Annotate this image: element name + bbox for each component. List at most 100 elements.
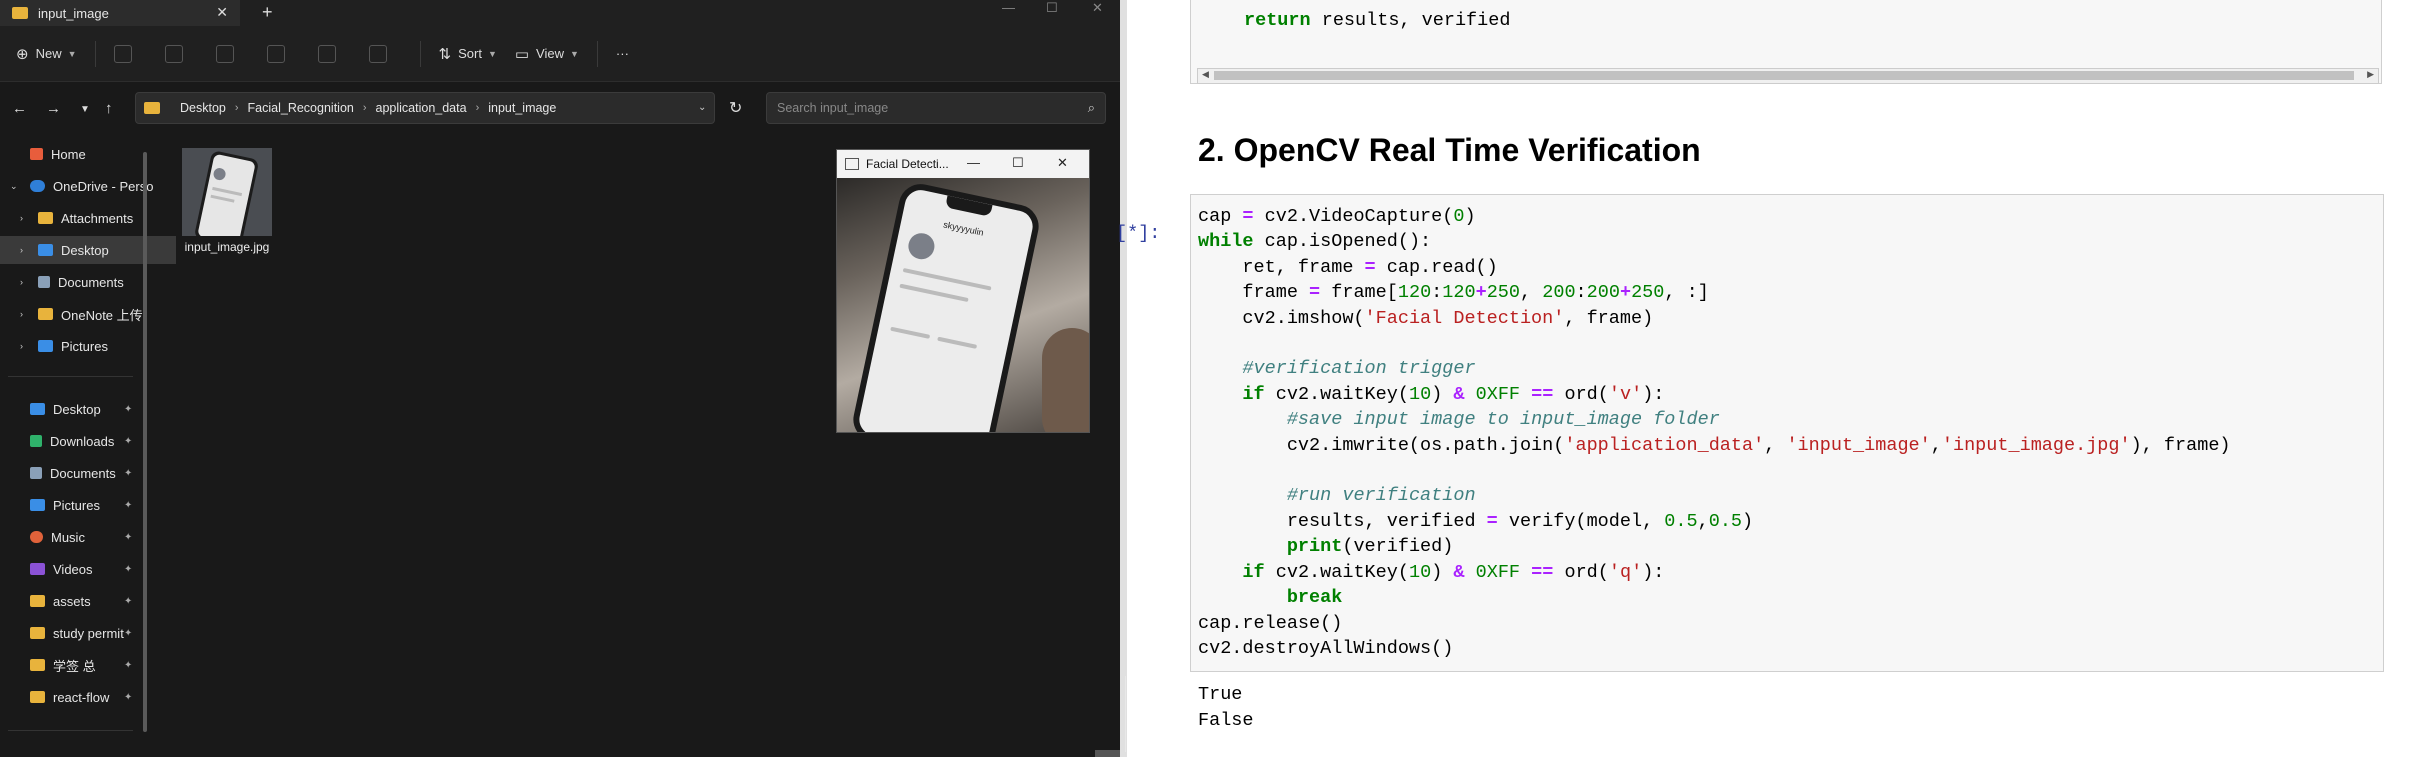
pin-icon[interactable]: ✦ — [124, 500, 132, 511]
code-line: cv2.imwrite(os.path.join('application_da… — [1198, 434, 2231, 456]
sidebar-item-label: Music — [51, 529, 85, 545]
paste-icon[interactable] — [215, 44, 234, 63]
chevron-right-icon[interactable]: › — [20, 245, 23, 255]
sidebar-item-pictures[interactable]: › Pictures — [0, 332, 176, 360]
chevron-down-icon: ▼ — [67, 48, 77, 59]
sidebar-scrollbar[interactable] — [143, 152, 147, 732]
breadcrumb-input-image[interactable]: input_image — [488, 101, 556, 115]
more-icon: ··· — [615, 46, 629, 61]
cell-output: True False — [1198, 682, 1254, 734]
tab-input-image[interactable]: input_image ✕ — [0, 0, 240, 26]
address-bar[interactable]: Desktop › Facial_Recognition › applicati… — [135, 92, 715, 124]
hand-in-frame — [1042, 328, 1089, 432]
facial-detection-window[interactable]: Facial Detecti... — ☐ ✕ skyyyyulin — [836, 149, 1090, 433]
file-item[interactable]: input_image.jpg — [177, 148, 277, 254]
pin-icon[interactable]: ✦ — [124, 468, 132, 479]
pin-icon[interactable]: ✦ — [124, 532, 132, 543]
pin-icon[interactable]: ✦ — [124, 660, 132, 671]
toolbar-divider — [419, 40, 421, 67]
cut-icon[interactable] — [113, 44, 132, 63]
new-tab-button[interactable]: + — [262, 2, 273, 23]
sidebar-divider — [8, 376, 133, 377]
address-dropdown-icon[interactable]: ⌄ — [698, 102, 706, 113]
camera-feed: skyyyyulin — [837, 178, 1089, 432]
chevron-right-icon[interactable]: › — [20, 309, 23, 319]
home-icon — [30, 148, 43, 160]
scrollbar-thumb[interactable] — [1214, 71, 2354, 80]
phone-text-line — [937, 336, 978, 349]
breadcrumb-application-data[interactable]: application_data — [376, 101, 467, 115]
search-icon[interactable]: ⌕ — [1088, 100, 1095, 116]
video-icon — [30, 563, 45, 575]
folder-icon — [12, 7, 28, 19]
sidebar-item-label: study permit — [53, 625, 124, 641]
recent-locations-icon[interactable]: ▼ — [80, 104, 90, 115]
code-line: ret, frame = cap.read() — [1198, 256, 1498, 278]
pictures-icon — [30, 499, 45, 511]
output-line: False — [1198, 710, 1254, 731]
chevron-right-icon[interactable]: › — [20, 213, 23, 223]
sort-button[interactable]: ⇅ Sort ▼ — [439, 45, 497, 63]
sidebar-item-documents[interactable]: › Documents — [0, 268, 176, 296]
camera-window-titlebar[interactable]: Facial Detecti... — ☐ ✕ — [837, 150, 1089, 178]
pin-icon[interactable]: ✦ — [124, 404, 132, 415]
view-button[interactable]: ▭ View ▼ — [515, 45, 579, 63]
up-arrow-icon[interactable]: ↑ — [105, 100, 113, 117]
scroll-right-icon[interactable]: ▶ — [2367, 69, 2374, 80]
maximize-icon[interactable]: ☐ — [1046, 0, 1058, 16]
close-window-icon[interactable]: ✕ — [1092, 0, 1103, 16]
chevron-right-icon[interactable]: › — [235, 102, 239, 114]
document-icon — [38, 276, 50, 288]
chevron-right-icon[interactable]: › — [20, 277, 23, 287]
folder-icon — [30, 691, 45, 703]
chevron-right-icon[interactable]: › — [476, 102, 480, 114]
folder-icon — [30, 659, 45, 671]
close-tab-icon[interactable]: ✕ — [216, 4, 228, 21]
code-line: if cv2.waitKey(10) & 0XFF == ord('v'): — [1242, 383, 1665, 405]
search-box[interactable]: ⌕ — [766, 92, 1106, 124]
app-icon — [845, 158, 859, 170]
horizontal-scrollbar[interactable]: ◀ ▶ — [1197, 68, 2379, 84]
refresh-icon[interactable]: ↻ — [729, 98, 742, 118]
copy-icon[interactable] — [164, 44, 183, 63]
toolbar-divider — [596, 40, 598, 67]
phone-text-line — [899, 283, 969, 303]
minimize-icon[interactable]: — — [1002, 0, 1015, 15]
navigation-pane: Home ⌄ OneDrive - Perso › Attachments › … — [0, 140, 176, 757]
breadcrumb-facial-recognition[interactable]: Facial_Recognition — [248, 101, 354, 115]
chevron-right-icon[interactable]: › — [20, 341, 23, 351]
thumbnail-image — [182, 148, 272, 236]
close-window-icon[interactable]: ✕ — [1057, 155, 1068, 171]
phone-username: skyyyyulin — [942, 219, 985, 238]
desktop-icon — [30, 403, 45, 415]
sidebar-item-onenote[interactable]: › OneNote 上传 — [0, 300, 176, 328]
phone-in-frame: skyyyyulin — [849, 180, 1043, 432]
pin-icon[interactable]: ✦ — [124, 596, 132, 607]
chevron-right-icon[interactable]: › — [363, 102, 367, 114]
search-input[interactable] — [775, 100, 1069, 116]
back-arrow-icon[interactable]: ← — [12, 100, 27, 117]
pin-icon[interactable]: ✦ — [124, 436, 132, 447]
sidebar-item-attachments[interactable]: › Attachments — [0, 204, 176, 232]
scroll-left-icon[interactable]: ◀ — [1202, 69, 1209, 80]
code-line: print(verified) — [1286, 536, 1454, 558]
forward-arrow-icon[interactable]: → — [46, 100, 61, 117]
chevron-down-icon[interactable]: ⌄ — [10, 181, 18, 192]
pin-icon[interactable]: ✦ — [124, 564, 132, 575]
share-icon[interactable] — [317, 44, 336, 63]
delete-icon[interactable] — [368, 44, 387, 63]
new-button[interactable]: ⊕ New ▼ — [16, 45, 77, 63]
pin-icon[interactable]: ✦ — [124, 692, 132, 703]
breadcrumb-desktop[interactable]: Desktop — [180, 101, 226, 115]
rename-icon[interactable] — [266, 44, 285, 63]
pin-icon[interactable]: ✦ — [124, 628, 132, 639]
sidebar-item-desktop[interactable]: › Desktop — [0, 236, 176, 264]
minimize-icon[interactable]: — — [967, 155, 980, 170]
folder-icon — [144, 102, 160, 114]
see-more-button[interactable]: ··· — [616, 46, 629, 61]
command-bar: ⊕ New ▼ ⇅ Sort ▼ ▭ View ▼ ··· — [0, 26, 1120, 82]
maximize-icon[interactable]: ☐ — [1012, 155, 1024, 171]
output-area — [1125, 676, 2388, 752]
code-line: #save input image to input_image folder — [1286, 409, 1720, 431]
code-line: break — [1286, 587, 1343, 609]
